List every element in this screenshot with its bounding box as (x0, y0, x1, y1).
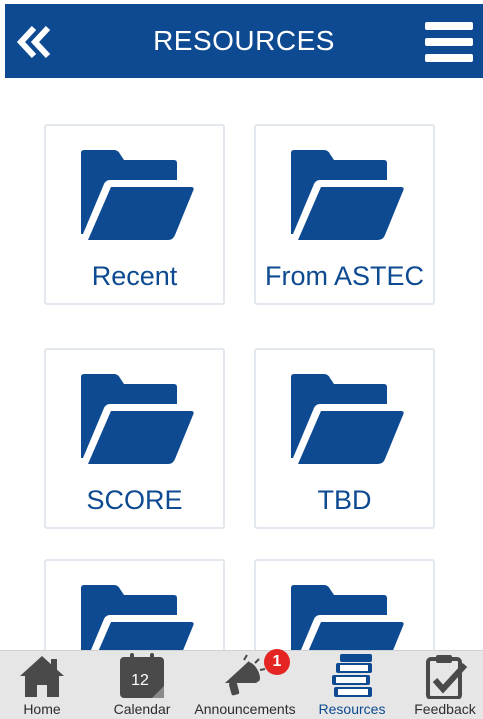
folder-open-icon (291, 374, 404, 464)
tab-label: Calendar (113, 701, 171, 717)
tab-label: Feedback (414, 701, 476, 717)
folder-grid: Recent From ASTEC SCORE TBD (0, 0, 483, 650)
folder-label: TBD (317, 485, 372, 515)
double-chevron-left-icon (16, 25, 51, 59)
folder-tile-from-astec[interactable]: From ASTEC (254, 124, 435, 305)
calendar-day: 12 (131, 672, 149, 689)
folder-open-icon (81, 585, 194, 650)
clipboard-check-icon (426, 655, 468, 699)
folder-tile-recent[interactable]: Recent (44, 124, 225, 305)
page-title: RESOURCES (153, 25, 335, 56)
tab-home[interactable]: Home (4, 651, 80, 719)
bottom-tab-bar: Home 12 Calendar Announcements Resources… (0, 650, 483, 719)
calendar-icon: 12 (120, 653, 164, 698)
folder-open-icon (291, 585, 404, 650)
folder-label: SCORE (86, 485, 183, 515)
tab-resources[interactable]: Resources (314, 651, 390, 719)
notification-badge: 1 (264, 649, 290, 675)
back-button[interactable] (15, 22, 55, 62)
megaphone-icon (225, 654, 266, 696)
folder-tile-score[interactable]: SCORE (44, 348, 225, 529)
folder-open-icon (81, 150, 194, 240)
app-header: RESOURCES (5, 4, 483, 78)
house-icon (20, 656, 64, 697)
folder-tile[interactable] (44, 559, 225, 650)
folder-open-icon (291, 150, 404, 240)
folder-tile-tbd[interactable]: TBD (254, 348, 435, 529)
folder-label: Recent (91, 261, 178, 291)
resources-screen: Recent From ASTEC SCORE TBD RESOURCES Ho… (0, 0, 483, 719)
books-icon (332, 654, 372, 697)
menu-button[interactable] (425, 20, 473, 64)
tab-calendar[interactable]: 12 Calendar (104, 651, 180, 719)
tab-label: Announcements (194, 701, 296, 717)
folder-tile[interactable] (254, 559, 435, 650)
tab-feedback[interactable]: Feedback (411, 651, 479, 719)
folder-open-icon (81, 374, 194, 464)
folder-label: From ASTEC (264, 261, 425, 291)
